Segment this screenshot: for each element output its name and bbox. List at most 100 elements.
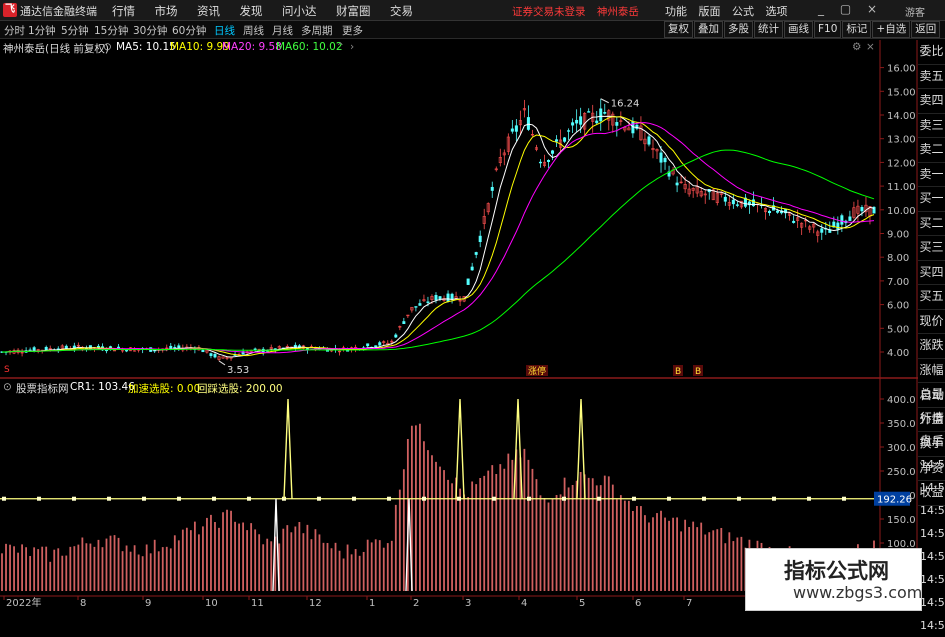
price-tick-label: 11.00 xyxy=(887,182,916,193)
signal-dot xyxy=(772,496,776,501)
panel2-hangqing[interactable]: 行情 xyxy=(918,407,945,430)
candle-body xyxy=(567,130,571,132)
signal-dot xyxy=(597,496,601,501)
tick-time: 14:50 xyxy=(920,458,945,471)
signal-spike xyxy=(513,398,523,499)
panel-weibi[interactable]: 委比 xyxy=(918,40,945,65)
candle-body xyxy=(510,128,514,132)
candle-body xyxy=(253,348,257,350)
candle-body xyxy=(663,157,667,163)
panel-sell4[interactable]: 卖四 xyxy=(918,89,945,114)
signal-spike xyxy=(455,398,465,499)
panel-buy3[interactable]: 买三 xyxy=(918,236,945,261)
candle-body xyxy=(723,196,727,202)
panel-change-pct[interactable]: 涨幅 xyxy=(918,359,945,383)
indicator-settings-icon[interactable]: ⊙ xyxy=(3,381,12,393)
candle-body xyxy=(470,266,474,271)
candle-body xyxy=(201,349,205,353)
signal-dot xyxy=(527,496,531,501)
cr1-label: CR1: 103.46 xyxy=(70,381,135,393)
candle-body xyxy=(394,334,398,338)
candle-body xyxy=(659,152,663,163)
candle-body xyxy=(366,343,370,347)
signal-dot xyxy=(632,496,636,501)
indicator-value-tag-text: 192.26 xyxy=(877,495,912,506)
candle-body xyxy=(418,303,422,306)
indicator-header: ⊙ 股票指标网 CR1: 103.46 加速选股: 0.00 回踩选股: 200… xyxy=(0,379,880,395)
panel-sell2[interactable]: 卖二 xyxy=(918,138,945,163)
candle-body xyxy=(108,346,112,348)
candle-body xyxy=(848,216,852,221)
candle-body xyxy=(213,354,217,358)
indicator-tick-label: 400.0 xyxy=(887,395,916,406)
signal-dot xyxy=(37,496,41,501)
price-tick-label: 16.00 xyxy=(887,64,916,75)
candle-body xyxy=(426,301,430,303)
signal-dot xyxy=(842,496,846,501)
event-marker-start: S xyxy=(4,365,10,375)
price-tick-label: 8.00 xyxy=(887,253,909,264)
low-marker-line xyxy=(218,360,226,366)
tick-time: 14:50 xyxy=(920,527,945,540)
candle-body xyxy=(575,119,579,124)
signal-dot xyxy=(247,496,251,501)
candle-body xyxy=(446,293,450,302)
candle-body xyxy=(792,220,796,223)
panel-change[interactable]: 涨跌 xyxy=(918,334,945,359)
time-tick-label: 2022年 xyxy=(6,596,41,609)
panel-buy4[interactable]: 买四 xyxy=(918,261,945,285)
signal-dot xyxy=(177,496,181,501)
signal-dot xyxy=(2,496,6,501)
time-tick-label: 1 xyxy=(369,598,375,609)
panel-buy1[interactable]: 买一 xyxy=(918,187,945,212)
time-tick-label: 9 xyxy=(145,598,151,609)
candle-body xyxy=(615,122,619,126)
candle-body xyxy=(378,342,382,346)
signal-dot xyxy=(807,496,811,501)
event-label: B xyxy=(695,367,701,377)
time-tick-label: 7 xyxy=(686,598,692,609)
panel-price[interactable]: 现价 xyxy=(918,310,945,334)
panel-sell5[interactable]: 卖五 xyxy=(918,65,945,89)
candle-body xyxy=(526,117,530,130)
price-tick-label: 9.00 xyxy=(887,230,909,241)
candle-body xyxy=(731,199,735,205)
time-tick-label: 10 xyxy=(205,598,218,609)
panel-sell3[interactable]: 卖三 xyxy=(918,114,945,138)
price-tick-label: 13.00 xyxy=(887,135,916,146)
price-tick-label: 6.00 xyxy=(887,301,909,312)
panel2-panhou[interactable]: 盘后 xyxy=(918,430,945,453)
candle-body xyxy=(177,345,181,349)
chart-canvas[interactable]: 16.243.53 涨停 B BS 16.0015.0014.0013.0012.00… xyxy=(0,0,945,609)
time-tick-label: 8 xyxy=(80,598,86,609)
signal-dot xyxy=(72,496,76,501)
indicator-tick-label: 350.0 xyxy=(887,419,916,430)
price-tick-label: 7.00 xyxy=(887,277,909,288)
watermark-url: www.zbgs3.com xyxy=(793,583,923,602)
candle-body xyxy=(538,161,542,164)
time-tick-label: 12 xyxy=(309,598,322,609)
price-tick-label: 4.00 xyxy=(887,348,909,359)
candle-body xyxy=(768,210,772,214)
candle-body xyxy=(547,160,551,162)
candle-body xyxy=(466,278,470,285)
panel-buy2[interactable]: 买二 xyxy=(918,212,945,236)
signal-dot xyxy=(317,496,321,501)
ma20-line xyxy=(2,122,875,354)
price-tick-label: 14.00 xyxy=(887,111,916,122)
candle-body xyxy=(402,321,406,325)
candle-body xyxy=(595,120,599,124)
signal-dot xyxy=(142,496,146,501)
panel-buy5[interactable]: 买五 xyxy=(918,285,945,310)
time-tick-label: 4 xyxy=(521,598,527,609)
indicator-tick-label: 150.0 xyxy=(887,515,916,526)
event-label: B xyxy=(675,367,681,377)
signal-dot xyxy=(737,496,741,501)
candle-body xyxy=(478,235,482,243)
panel-sell1[interactable]: 卖一 xyxy=(918,163,945,187)
candle-body xyxy=(474,252,478,255)
panel2-auto[interactable]: 自动 xyxy=(918,384,945,407)
time-tick-label: 5 xyxy=(579,598,585,609)
candle-body xyxy=(647,136,651,145)
high-marker-label: 16.24 xyxy=(611,99,640,110)
